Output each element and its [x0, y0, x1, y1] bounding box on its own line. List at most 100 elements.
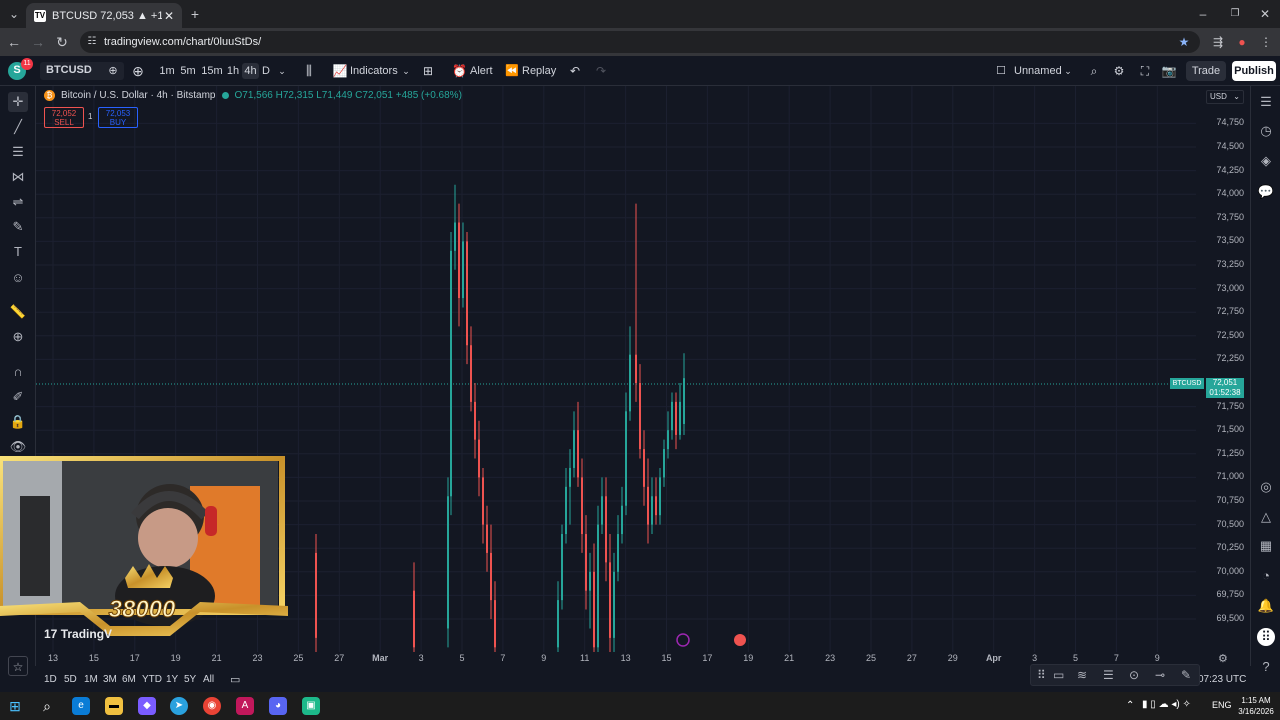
undo-icon[interactable]: ↶ — [568, 63, 582, 79]
fullscreen-icon[interactable]: ⛶ — [1137, 63, 1153, 79]
range-5D[interactable]: 5D — [64, 674, 77, 685]
file-explorer-icon[interactable]: ▬ — [105, 697, 123, 715]
quick-search-icon[interactable]: ⌕ — [1086, 63, 1102, 79]
trendline-icon[interactable]: ╱ — [8, 117, 28, 137]
brush-icon[interactable]: ✎ — [8, 217, 28, 237]
watchlist-icon[interactable]: ☰ — [1257, 93, 1275, 111]
new-tab-icon[interactable]: + — [188, 6, 202, 22]
calendar-icon[interactable]: ▦ — [1257, 537, 1275, 555]
site-info-icon[interactable]: ☷ — [86, 34, 98, 50]
range-1Y[interactable]: 1Y — [166, 674, 178, 685]
templates-icon[interactable]: ⊞ — [420, 63, 436, 79]
pattern-icon[interactable]: ⋈ — [8, 167, 28, 187]
indicators-dropdown-icon[interactable]: ⌄ — [400, 63, 412, 79]
url-field[interactable]: ☷ tradingview.com/chart/0luuStDs/ ★ — [80, 31, 1200, 53]
back-icon[interactable]: ← — [6, 34, 22, 50]
alert-button[interactable]: Alert — [470, 63, 498, 79]
path-tool-icon[interactable]: ≋ — [1077, 668, 1087, 682]
camera-icon[interactable]: 📷 — [1161, 63, 1177, 79]
range-3M[interactable]: 3M — [103, 674, 117, 685]
hline-tool-icon[interactable]: ⊸ — [1155, 668, 1165, 682]
range-All[interactable]: All — [203, 674, 214, 685]
layout-dropdown-icon[interactable]: ⌄ — [1062, 63, 1074, 79]
currency-selector[interactable]: USD ⌄ — [1206, 90, 1244, 104]
copilot-icon[interactable]: ◆ — [138, 697, 156, 715]
emoji-icon[interactable]: ☺ — [8, 268, 28, 288]
layout-name[interactable]: Unnamed — [1014, 63, 1062, 79]
window-close-icon[interactable]: ✕ — [1258, 6, 1272, 22]
alert-icon[interactable]: ⏰ — [452, 63, 467, 79]
goto-date-icon[interactable]: ▭ — [230, 673, 240, 686]
forward-icon[interactable]: → — [30, 34, 46, 50]
replay-icon[interactable]: ⏪ — [505, 63, 519, 79]
tab-search-icon[interactable]: ⌄ — [6, 6, 22, 22]
range-1D[interactable]: 1D — [44, 674, 57, 685]
discord-icon[interactable]: ◕ — [269, 697, 287, 715]
publish-button[interactable]: Publish — [1232, 61, 1276, 81]
range-YTD[interactable]: YTD — [142, 674, 162, 685]
ruler-icon[interactable]: 📏 — [8, 302, 28, 322]
taskbar-search-icon[interactable]: ⌕ — [38, 697, 56, 715]
lock-icon[interactable]: 🔒 — [8, 412, 28, 432]
profile-icon[interactable]: ● — [1234, 34, 1250, 50]
magnet-icon[interactable]: ∩ — [8, 362, 28, 382]
edge-icon[interactable]: e — [72, 697, 90, 715]
eye-icon[interactable]: 👁 — [8, 437, 28, 457]
interval-15m[interactable]: 15m — [200, 63, 224, 79]
cast-icon[interactable]: ⇶ — [1210, 34, 1226, 50]
interval-1m[interactable]: 1m — [157, 63, 177, 79]
indicators-icon[interactable]: 📈 — [332, 63, 348, 79]
layers-icon[interactable]: ◈ — [1257, 152, 1275, 170]
interval-1h[interactable]: 1h — [225, 63, 241, 79]
range-6M[interactable]: 6M — [122, 674, 136, 685]
favorites-star-icon[interactable]: ☆ — [8, 656, 28, 676]
chat-icon[interactable]: 💬 — [1257, 183, 1275, 201]
taskbar-clock[interactable]: 1:15 AM 3/16/2026 — [1236, 695, 1276, 717]
interval-D[interactable]: D — [260, 63, 272, 79]
interval-4h[interactable]: 4h — [242, 63, 259, 79]
telegram-icon[interactable]: ➤ — [170, 697, 188, 715]
tray-icons[interactable]: ▮ ▯ ☁ ◂) ✧ — [1142, 699, 1191, 710]
browser-menu-icon[interactable]: ⋮ — [1258, 34, 1274, 50]
interval-5m[interactable]: 5m — [178, 63, 198, 79]
lock-drawing-icon[interactable]: ✐ — [8, 387, 28, 407]
tradingview-app-icon[interactable]: ▣ — [302, 697, 320, 715]
candle-type-icon[interactable]: ⫼ — [300, 63, 318, 79]
buy-button[interactable]: 72,053 BUY — [98, 107, 138, 128]
replay-button[interactable]: Replay — [522, 63, 556, 79]
pen-tool-icon[interactable]: ✎ — [1181, 668, 1191, 682]
alerts-clock-icon[interactable]: ◷ — [1257, 122, 1275, 140]
drag-handle-icon[interactable]: ⠿ — [1037, 668, 1046, 682]
circle-tool-icon[interactable]: ⊙ — [1129, 668, 1139, 682]
trade-button[interactable]: Trade — [1186, 61, 1226, 81]
help-icon[interactable]: ? — [1257, 658, 1275, 676]
sell-button[interactable]: 72,052 SELL — [44, 107, 84, 128]
maximize-icon[interactable]: ❐ — [1228, 6, 1242, 22]
app-a-icon[interactable]: A — [236, 697, 254, 715]
axis-settings-icon[interactable]: ⚙ — [1218, 652, 1232, 665]
streams-icon[interactable]: ◔ — [1257, 567, 1275, 585]
compare-symbol-icon[interactable]: ⊕ — [106, 63, 120, 79]
minimize-icon[interactable]: – — [1196, 6, 1210, 22]
chrome-icon[interactable]: ◉ — [203, 697, 221, 715]
indicators-button[interactable]: Indicators — [350, 63, 398, 79]
windows-start-icon[interactable]: ⊞ — [6, 697, 24, 715]
language-indicator[interactable]: ENG — [1212, 700, 1232, 710]
interval-dropdown-icon[interactable]: ⌄ — [276, 63, 288, 79]
fib-retracement-icon[interactable]: ☰ — [8, 142, 28, 162]
reload-icon[interactable]: ↻ — [54, 34, 70, 50]
text-icon[interactable]: T — [8, 242, 28, 262]
legend-title[interactable]: Bitcoin / U.S. Dollar · 4h · Bitstamp — [61, 90, 216, 101]
bookmark-star-icon[interactable]: ★ — [1176, 34, 1192, 50]
redo-icon[interactable]: ↷ — [594, 63, 608, 79]
rectangle-tool-icon[interactable]: ▭ — [1053, 668, 1064, 682]
range-5Y[interactable]: 5Y — [184, 674, 196, 685]
add-symbol-icon[interactable]: ⊕ — [130, 63, 146, 79]
forecast-icon[interactable]: ⇌ — [8, 192, 28, 212]
crosshair-icon[interactable]: ✛ — [8, 92, 28, 112]
ideas-icon[interactable]: △ — [1257, 508, 1275, 526]
target-icon[interactable]: ◎ — [1257, 478, 1275, 496]
utc-clock[interactable]: 07:23 UTC — [1198, 674, 1246, 685]
zoom-icon[interactable]: ⊕ — [8, 327, 28, 347]
settings-gear-icon[interactable]: ⚙ — [1111, 63, 1127, 79]
